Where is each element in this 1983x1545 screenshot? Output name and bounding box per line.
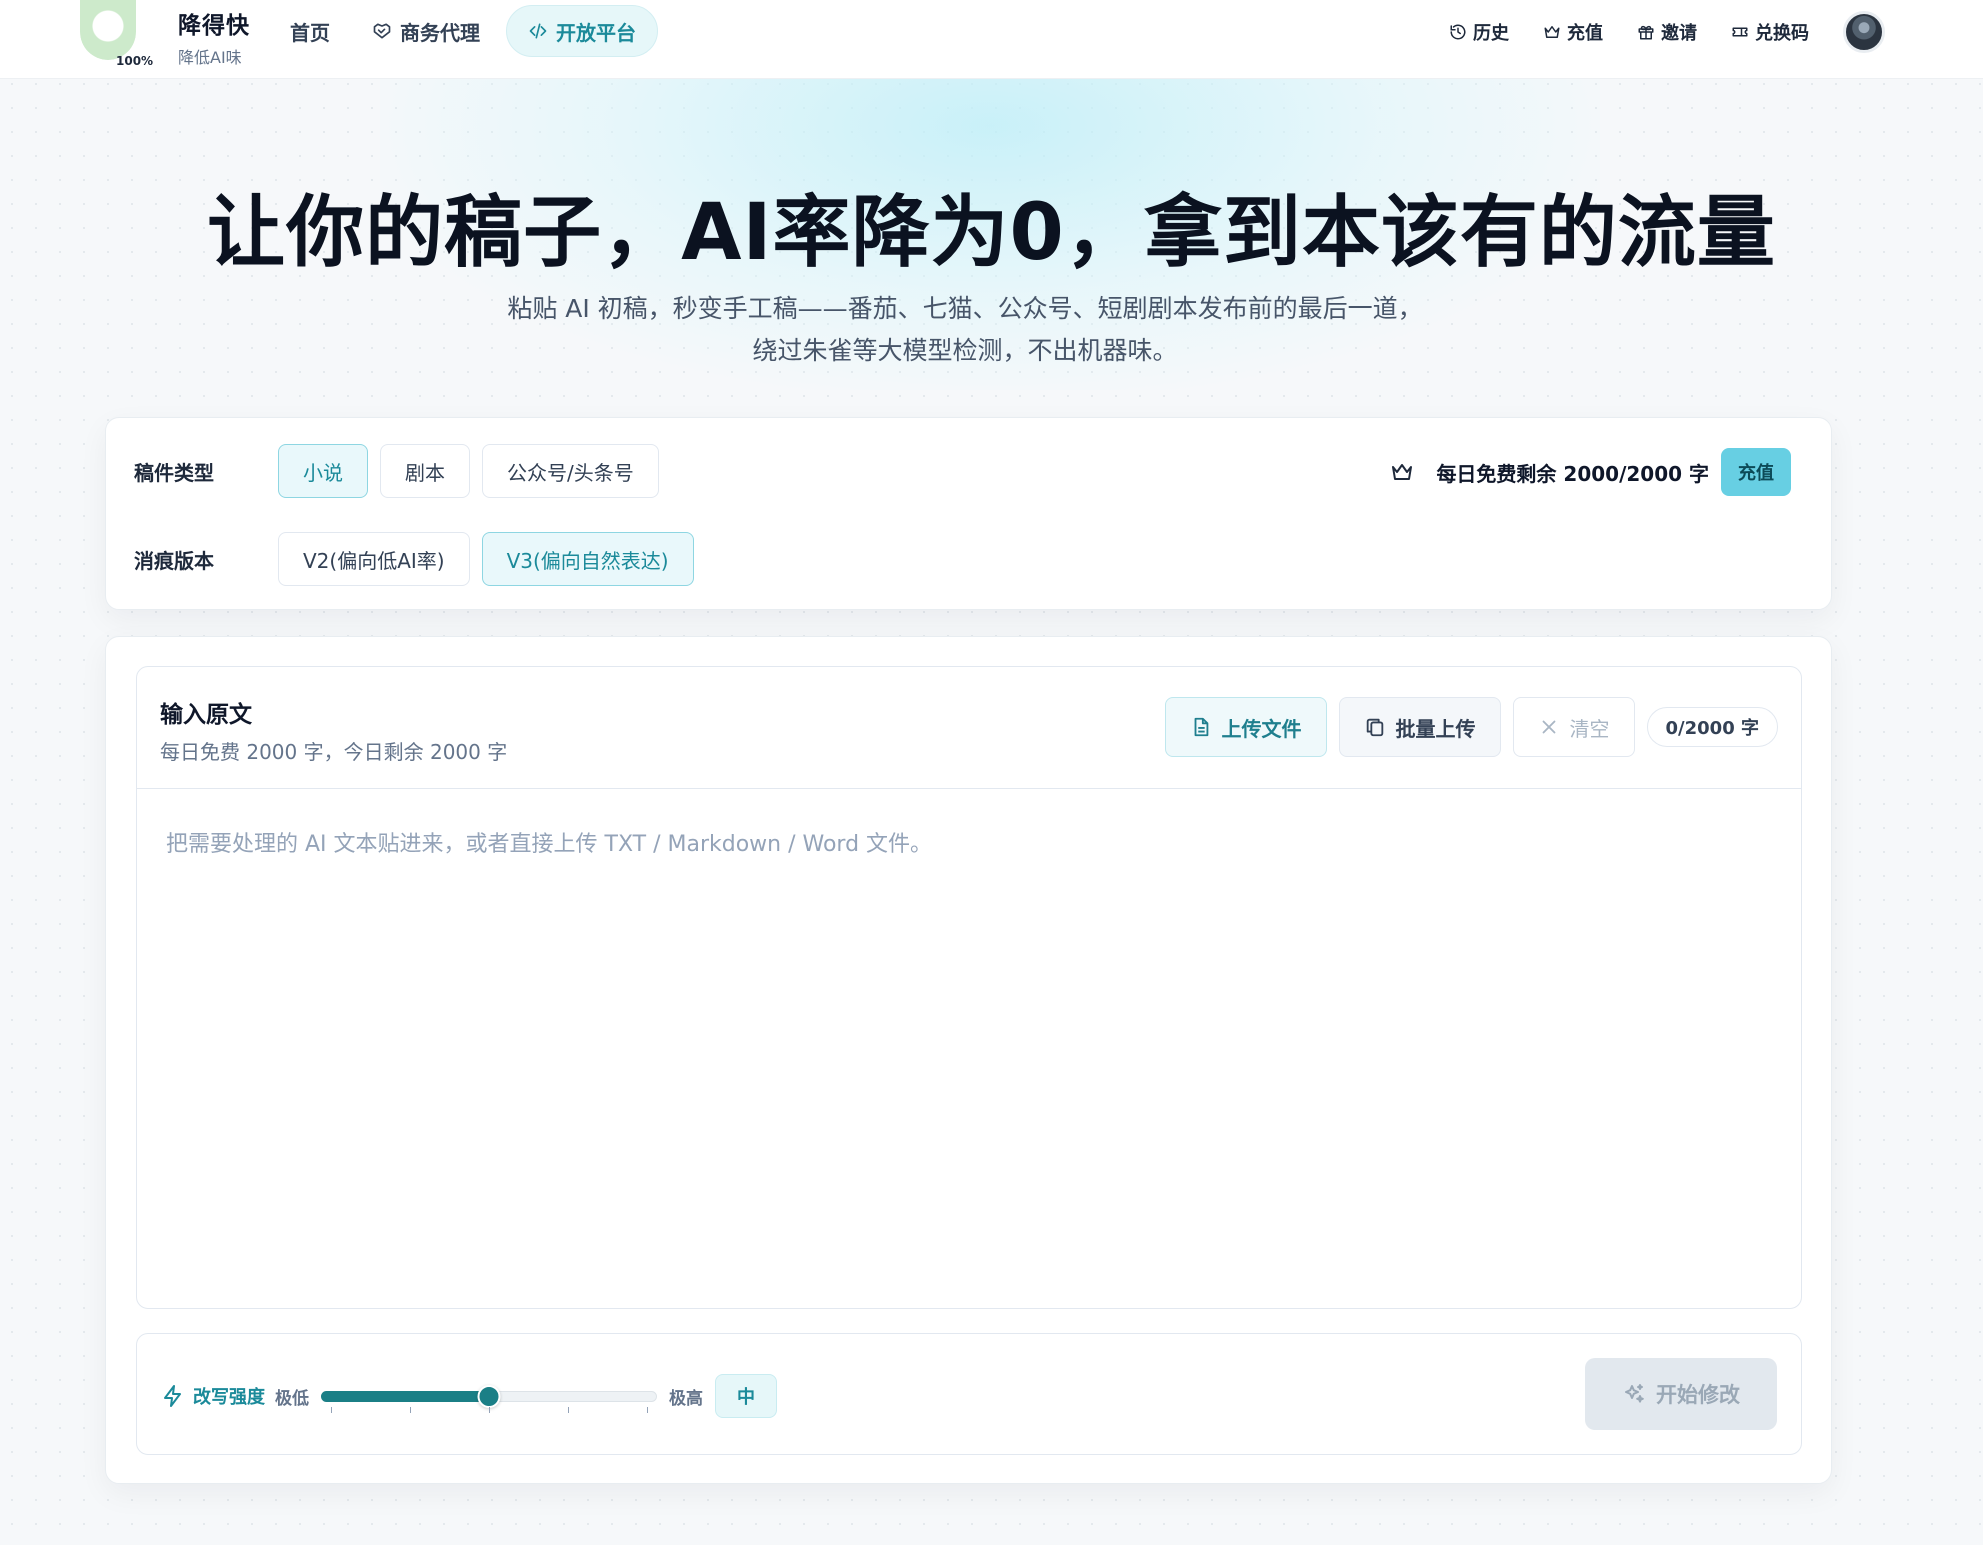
recharge-button[interactable]: 充值 — [1721, 448, 1791, 496]
nav-open-platform[interactable]: 开放平台 — [506, 5, 658, 57]
redeem-code-label: 兑换码 — [1755, 23, 1809, 44]
invite-label: 邀请 — [1661, 23, 1697, 44]
strength-max-label: 极高 — [669, 1388, 703, 1409]
clear-label: 清空 — [1569, 716, 1610, 741]
editor-card: 输入原文 每日免费 2000 字，今日剩余 2000 字 上传文件 批量上传 清… — [105, 636, 1832, 1484]
start-rewrite-button[interactable]: 开始修改 — [1585, 1358, 1777, 1430]
invite-link[interactable]: 邀请 — [1637, 19, 1697, 45]
input-panel: 输入原文 每日免费 2000 字，今日剩余 2000 字 上传文件 批量上传 清… — [136, 666, 1802, 1309]
strength-level-badge: 中 — [715, 1374, 777, 1418]
close-icon — [1542, 720, 1555, 734]
nav-open-platform-label: 开放平台 — [556, 20, 636, 45]
source-text-input[interactable] — [137, 790, 1801, 1308]
input-panel-header: 输入原文 每日免费 2000 字，今日剩余 2000 字 上传文件 批量上传 清… — [137, 667, 1801, 789]
hero-subtitle: 粘贴 AI 初稿，秒变手工稿——番茄、七猫、公众号、短剧剧本发布前的最后一道， … — [0, 288, 1930, 372]
brand[interactable]: 降得快 降低AI味 — [178, 6, 250, 68]
history-icon — [1450, 24, 1466, 40]
nav-business-agent-label: 商务代理 — [400, 20, 480, 45]
input-actions: 上传文件 批量上传 清空 0/2000 字 — [1164, 697, 1778, 757]
handshake-icon — [373, 23, 391, 39]
crown-icon — [1544, 26, 1560, 38]
hero-subtitle-line-2: 绕过朱雀等大模型检测，不出机器味。 — [752, 336, 1178, 365]
file-icon — [1194, 717, 1208, 737]
slider-thumb[interactable] — [477, 1385, 501, 1408]
daily-quota: 每日免费剩余 2000/2000 字 充值 — [1390, 448, 1791, 496]
history-label: 历史 — [1473, 23, 1509, 44]
nav-business-agent[interactable]: 商务代理 — [356, 5, 496, 57]
version-row: 消痕版本 V2(偏向低AI率) V3(偏向自然表达) — [134, 532, 706, 586]
recharge-link[interactable]: 充值 — [1543, 19, 1603, 45]
batch-upload-button[interactable]: 批量上传 — [1338, 697, 1501, 757]
nav-home-label: 首页 — [290, 20, 330, 45]
version-chip-v2[interactable]: V2(偏向低AI率) — [278, 532, 470, 586]
redeem-code-link[interactable]: 兑换码 — [1731, 19, 1809, 45]
options-card: 稿件类型 小说 剧本 公众号/头条号 消痕版本 V2(偏向低AI率) V3(偏向… — [105, 417, 1832, 610]
batch-upload-label: 批量上传 — [1395, 716, 1476, 741]
slider-tick — [568, 1407, 569, 1413]
daily-quota-text: 每日免费剩余 2000/2000 字 — [1436, 461, 1709, 486]
type-chip-official-account[interactable]: 公众号/头条号 — [482, 444, 659, 498]
clear-button[interactable]: 清空 — [1512, 697, 1635, 757]
user-actions: 历史 充值 邀请 兑换码 — [1449, 10, 1885, 54]
top-header: 100% 降得快 降低AI味 首页 商务代理 开放平台 历史 充值 邀请 兑换码 — [0, 0, 1983, 79]
logo-percent: 100% — [116, 54, 154, 68]
ticket-icon — [1732, 27, 1748, 37]
history-link[interactable]: 历史 — [1449, 19, 1509, 45]
rewrite-controls: 改写强度 极低 极高 中 开始修改 — [136, 1333, 1802, 1455]
strength-min-label: 极低 — [275, 1388, 309, 1409]
slider-tick — [410, 1407, 411, 1413]
copy-icon — [1366, 718, 1383, 737]
upload-file-label: 上传文件 — [1221, 716, 1302, 741]
nav-home[interactable]: 首页 — [274, 5, 346, 57]
input-subtitle: 每日免费 2000 字，今日剩余 2000 字 — [160, 740, 508, 764]
gift-icon — [1638, 25, 1654, 40]
brand-tagline: 降低AI味 — [178, 48, 242, 67]
manuscript-type-row: 稿件类型 小说 剧本 公众号/头条号 — [134, 444, 671, 498]
sparkles-icon — [1625, 1384, 1644, 1403]
type-chip-novel[interactable]: 小说 — [278, 444, 368, 498]
lightning-icon — [164, 1385, 181, 1407]
strength-slider[interactable] — [321, 1376, 657, 1416]
brand-name: 降得快 — [178, 13, 250, 39]
version-label: 消痕版本 — [134, 548, 214, 573]
main-nav: 首页 商务代理 开放平台 — [274, 5, 668, 57]
hero-title: 让你的稿子，AI率降为0，拿到本该有的流量 — [207, 188, 1776, 278]
logo[interactable]: 100% — [76, 0, 156, 70]
recharge-label: 充值 — [1567, 23, 1603, 44]
rewrite-strength: 改写强度 极低 极高 中 — [161, 1374, 777, 1418]
slider-tick — [331, 1407, 332, 1413]
char-counter: 0/2000 字 — [1646, 707, 1778, 747]
type-chip-script[interactable]: 剧本 — [380, 444, 470, 498]
start-rewrite-label: 开始修改 — [1656, 1383, 1740, 1407]
input-title: 输入原文 — [160, 702, 252, 728]
version-chip-v3[interactable]: V3(偏向自然表达) — [481, 532, 694, 586]
slider-fill — [321, 1391, 489, 1402]
avatar[interactable] — [1843, 11, 1885, 53]
crown-icon — [1392, 464, 1413, 480]
hero-subtitle-line-1: 粘贴 AI 初稿，秒变手工稿——番茄、七猫、公众号、短剧剧本发布前的最后一道， — [507, 294, 1423, 323]
code-icon — [529, 23, 547, 39]
logo-gauge-icon — [80, 0, 136, 60]
upload-file-button[interactable]: 上传文件 — [1164, 697, 1327, 757]
rewrite-strength-label: 改写强度 — [193, 1387, 265, 1408]
manuscript-type-label: 稿件类型 — [134, 460, 214, 485]
slider-tick — [647, 1407, 648, 1413]
slider-tick — [489, 1407, 490, 1413]
